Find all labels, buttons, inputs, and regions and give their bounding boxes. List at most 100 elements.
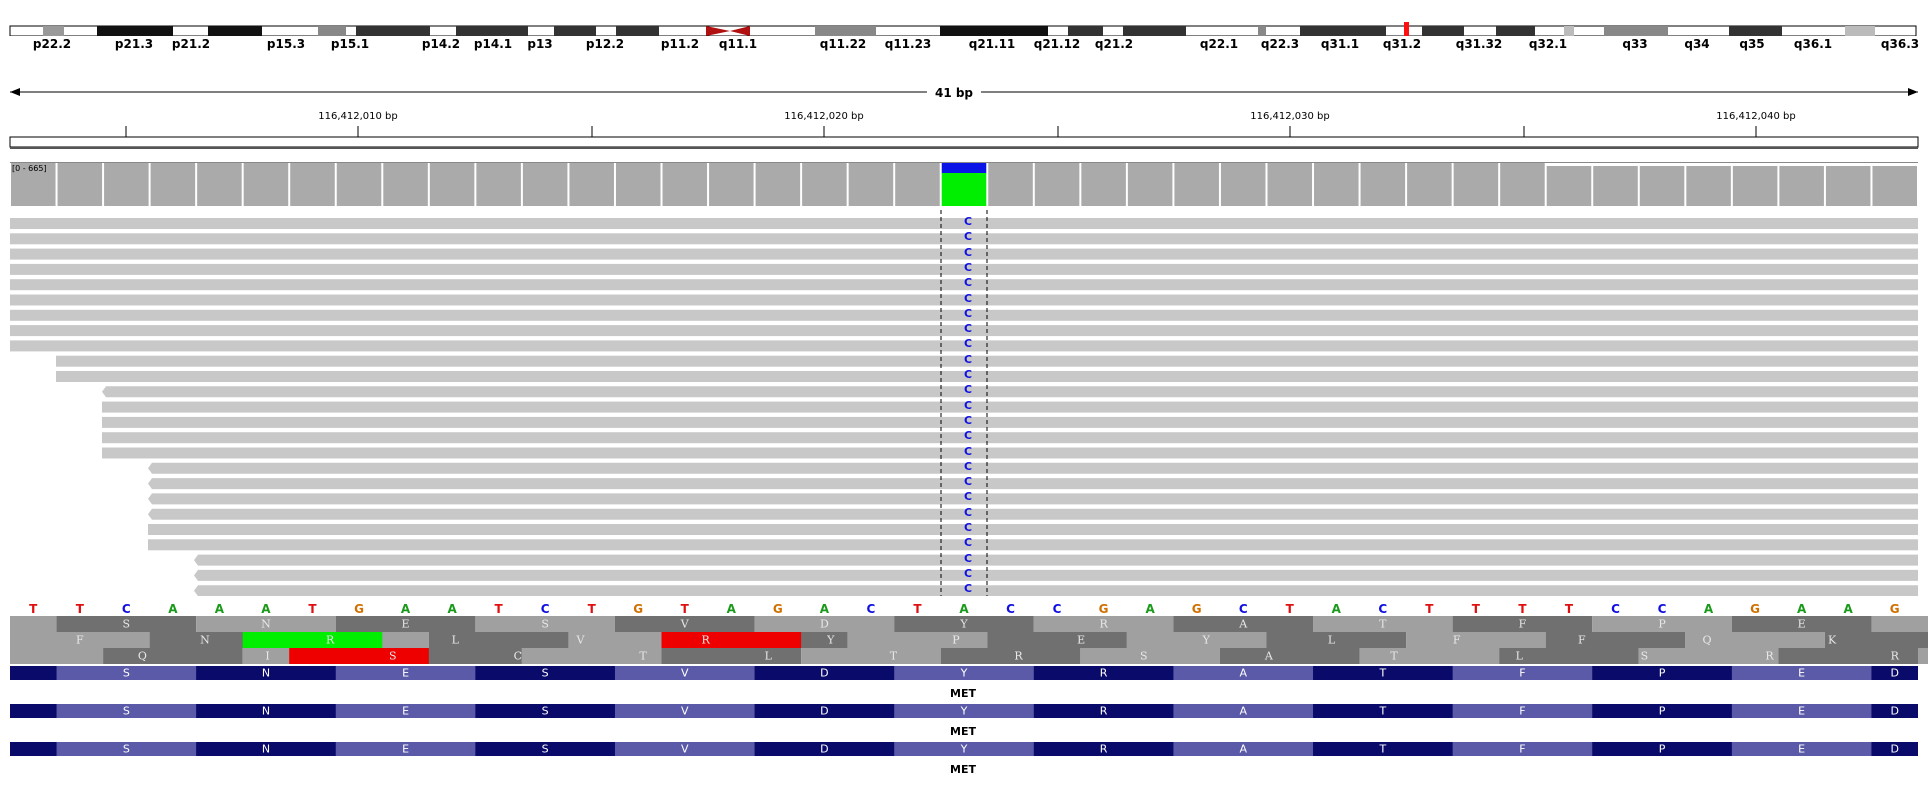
ruler-svg [9, 88, 1919, 149]
cytoband [1845, 26, 1875, 36]
amino-acid-frame-1: R [1099, 617, 1108, 631]
variant-coverage-a [941, 173, 987, 206]
codon-frame-3 [103, 648, 243, 664]
amino-acid-frame-2: R [701, 633, 710, 647]
chromosome-ideogram[interactable]: p22.2 p21.3 p21.2 p15.3 p15.1 p14.2 p14.1 p13 p1… [0, 0, 1928, 55]
gene-amino-acid: D [820, 666, 829, 680]
amino-acid-frame-2: R [1765, 649, 1774, 663]
gene-amino-acid: Y [960, 742, 968, 756]
mismatch-base-c: C [963, 475, 973, 489]
mismatch-base-c: C [963, 429, 973, 443]
coverage-bar [1174, 163, 1219, 206]
amino-acid-frame-1: A [1239, 617, 1248, 631]
gene-amino-acid: E [402, 704, 410, 718]
coverage-bar [1825, 166, 1871, 206]
stop-codon [661, 632, 802, 648]
amino-acid-frame-2: F [1577, 633, 1586, 647]
aligned-read [148, 508, 1918, 520]
band-label: q22.1 [1199, 37, 1239, 51]
band-label: p21.3 [114, 37, 154, 51]
gene-amino-acid: T [1379, 704, 1387, 718]
codon-frame-3 [1359, 648, 1500, 664]
reference-base: T [1285, 602, 1294, 616]
ruler-tick-label: 116,412,010 bp [318, 111, 398, 122]
coverage-bar [1546, 166, 1592, 206]
reference-base: C [1238, 602, 1248, 616]
mismatch-base-c: C [963, 536, 973, 550]
reference-base: G [1098, 602, 1109, 616]
amino-acid-frame-2: L [451, 633, 459, 647]
mismatch-base-c: C [963, 215, 973, 228]
cytoband [1258, 26, 1266, 36]
gene-amino-acid: S [122, 704, 130, 718]
coverage-bar [1034, 163, 1080, 206]
gene-amino-acid: V [681, 742, 689, 756]
coverage-bar [802, 163, 847, 206]
band-label: p21.2 [171, 37, 211, 51]
cytoband [815, 26, 876, 36]
amino-acid-frame-1: P [1658, 617, 1666, 631]
coverage-bar [1127, 163, 1173, 206]
codon-frame-2 [1545, 632, 1686, 648]
band-label: q11.1 [718, 37, 758, 51]
ruler-tick-label: 116,412,030 bp [1250, 111, 1330, 122]
alignment-track[interactable]: CCCCCCCCCCCCCCCCCCCCCCCCC [0, 210, 1928, 596]
coverage-top-line [10, 162, 1918, 163]
coverage-bar [662, 163, 708, 206]
ruler-tick-label: 116,412,040 bp [1716, 111, 1796, 122]
coverage-bar [57, 163, 103, 206]
band-label: q36.3 [1880, 37, 1920, 51]
codon-frame-3 [661, 648, 802, 664]
mismatch-base-c: C [963, 505, 973, 519]
amino-acid-frame-2: P [952, 633, 960, 647]
aligned-read [148, 524, 1918, 535]
amino-acid-frame-2: K [1828, 633, 1837, 647]
three-frame-translation[interactable]: SNESVDYRATFPEDFQNIRSLCVTRLYTPRESYALTFLFS… [0, 616, 1928, 664]
coverage-bar [1593, 166, 1638, 206]
amino-acid-frame-2: N [200, 633, 210, 647]
band-label: q21.11 [968, 37, 1016, 51]
reference-base: A [214, 602, 225, 616]
locus-box [9, 136, 1919, 148]
cytoband [1729, 26, 1782, 36]
gene-amino-acid: N [261, 742, 271, 756]
amino-acid-frame-1: T [1379, 617, 1387, 631]
cytoband [1564, 26, 1574, 36]
gene-amino-acid: S [122, 666, 130, 680]
genomic-ruler[interactable]: 41 bp 116,412,010 bp 116,412,020 bp 116,41… [0, 58, 1928, 150]
coverage-bar [1081, 163, 1126, 206]
coverage-svg[interactable] [0, 152, 1928, 206]
coverage-bar [1686, 166, 1731, 206]
coverage-track[interactable]: [0 - 665] [0, 152, 1928, 206]
codon-frame-3 [1080, 648, 1220, 664]
reference-base: A [447, 602, 457, 616]
cytoband [1068, 26, 1103, 36]
gene-amino-acid: F [1519, 666, 1526, 680]
gene-amino-acid: D [1890, 742, 1899, 756]
span-arrow-right [1908, 88, 1918, 96]
codon-frame-2 [847, 632, 988, 648]
amino-acid-frame-2: F [75, 633, 84, 647]
coverage-bar [755, 163, 801, 206]
coverage-bar [848, 163, 894, 206]
gene-amino-acid: A [1239, 704, 1247, 718]
gene-amino-acid: A [1239, 666, 1247, 680]
coverage-bar [1314, 163, 1359, 206]
aligned-read [102, 447, 1918, 459]
band-label: q31.1 [1320, 37, 1360, 51]
reference-base: T [587, 602, 596, 616]
reference-base: G [633, 602, 644, 616]
mismatch-base-c: C [963, 398, 973, 412]
gene-tracks[interactable]: S N E S V D Y R A T F P E D MET S N E S V D Y R A T F P E D MET S N E S V D… [0, 666, 1928, 796]
reference-base: C [1006, 602, 1015, 616]
coverage-bar [615, 163, 661, 206]
reference-base: C [1657, 602, 1667, 616]
reference-base: G [772, 602, 783, 616]
gene-amino-acid: R [1099, 666, 1108, 680]
reference-base: A [400, 602, 411, 616]
coverage-bar [290, 163, 335, 206]
amino-acid-frame-2: F [1452, 633, 1461, 647]
band-label: q21.12 [1033, 37, 1081, 51]
ideogram-svg[interactable] [0, 0, 1928, 36]
gene-amino-acid: D [1890, 704, 1899, 718]
